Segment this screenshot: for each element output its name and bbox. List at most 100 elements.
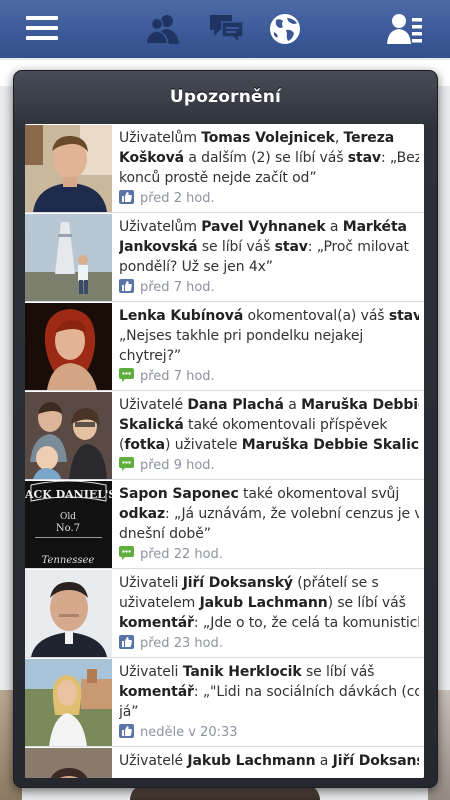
avatar[interactable]: JACK DANIEL'S Old No.7 Tennessee [25,481,112,568]
avatar[interactable] [25,570,112,657]
notification-item[interactable]: Uživateli Tanik Herklocik se líbí váš kom… [25,658,424,747]
notifications-list[interactable]: Uživatelům Tomas Volejnicek, Tereza Koško… [25,124,424,778]
notification-bold-text: stav [347,150,381,166]
notification-plain-text: se líbí váš [197,239,275,255]
notification-item[interactable]: Uživatelům Pavel Vyhnanek a Markéta Janko… [25,213,424,302]
notification-bold-text: Maruška Debbie [301,397,419,413]
notification-plain-text: : „Jde o to, že celá ta komunistická [193,615,419,631]
notification-item[interactable]: Uživateli Jiří Doksanský (přátelí se s už… [25,569,424,658]
notification-bold-text: fotka [124,437,166,453]
notification-text-line: Uživateli Jiří Doksanský (přátelí se s [119,573,419,593]
notification-text-line: Uživatelé Jakub Lachmann a Jiří Doksansk… [119,751,419,771]
notification-bold-text: komentář [119,684,194,700]
comment-icon [119,546,134,560]
notification-bold-text: Jiří Doksanský [332,753,419,769]
notification-plain-text: se líbí váš [301,664,375,680]
notification-time: před 7 hod. [140,369,215,384]
notification-plain-text: také okomentoval svůj [238,486,400,502]
notification-text-line: Uživatelé Dana Plachá a Maruška Debbie [119,395,419,415]
notification-item[interactable]: Uživatelé Jakub Lachmann a Jiří Doksansk… [25,747,424,778]
notification-plain-text: já” [119,704,139,720]
menu-icon[interactable] [24,10,64,48]
notification-plain-text: pondělí? Už se jen 4x” [119,259,273,275]
notification-text-line: komentář: „Jde o to, že celá ta komunist… [119,613,419,633]
notification-bold-text: Lenka Kubínová [119,308,244,324]
notification-text: Lenka Kubínová okomentoval(a) váš stav: „… [119,306,419,366]
notification-bold-text: Skalická [119,417,184,433]
notification-time: před 23 hod. [140,636,223,651]
notification-bold-text: Jakub Lachmann [199,595,328,611]
notification-item[interactable]: JACK DANIEL'S Old No.7 Tennessee Sapon Sapon… [25,480,424,569]
notification-item[interactable]: Uživatelům Tomas Volejnicek, Tereza Koško… [25,124,424,213]
notification-text: Uživatelé Jakub Lachmann a Jiří Doksansk… [119,751,419,771]
avatar[interactable] [25,659,112,746]
notification-bold-text: Jankovská [119,239,198,255]
notification-bold-text: Sapon Saponec [119,486,239,502]
notification-bold-text: Tereza [343,130,395,146]
notification-text-line: Jankovská se líbí váš stav: „Proč milova… [119,237,419,257]
notification-bold-text: Maruška Debbie Skalická [241,437,419,453]
notification-plain-text: konců prostě nejde začít od” [119,170,317,186]
comment-icon [119,368,134,382]
notification-text-line: Sapon Saponec také okomentoval svůj [119,484,419,504]
notifications-globe-icon[interactable] [266,10,306,48]
notification-plain-text: Uživateli [119,664,183,680]
messages-icon[interactable] [206,10,246,48]
contacts-icon[interactable] [385,10,425,48]
notification-text-line: Košková a dalším (2) se líbí váš stav: „… [119,148,419,168]
avatar[interactable] [25,748,112,778]
notification-text-line: „Nejses takhle pri pondelku nejakej [119,326,419,346]
notifications-popover: Upozornění Uživatelům Tomas Volejnicek, … [13,70,438,788]
notification-bold-text: Dana Plachá [187,397,284,413]
notification-text-line: komentář: „"Lidi na sociálních dávkách (… [119,682,419,702]
avatar[interactable] [25,303,112,390]
notification-bold-text: Košková [119,150,184,166]
notification-text: Uživatelům Pavel Vyhnanek a Markéta Janko… [119,217,419,277]
notification-text-line: Uživateli Tanik Herklocik se líbí váš [119,662,419,682]
avatar[interactable] [25,392,112,479]
notification-plain-text: dnešní době” [119,526,211,542]
notification-text-line: chytrej?” [119,346,419,366]
notification-plain-text: Uživateli [119,575,183,591]
notification-text: Uživatelům Tomas Volejnicek, Tereza Koško… [119,128,419,188]
notification-text-line: já” [119,702,419,722]
notification-time: neděle v 20:33 [140,725,238,740]
notification-plain-text: : „Proč milovat [307,239,409,255]
notification-plain-text: a [283,397,302,413]
notification-plain-text: okomentoval(a) váš [243,308,389,324]
notification-time: před 2 hod. [140,191,215,206]
notification-bold-text: Jiří Doksanský [182,575,293,591]
friend-requests-icon[interactable] [143,10,183,48]
avatar[interactable] [25,214,112,301]
notification-bold-text: stav [274,239,308,255]
notification-text-line: Uživatelům Tomas Volejnicek, Tereza [119,128,419,148]
notification-plain-text: : „Bez [380,150,419,166]
notification-bold-text: odkaz [119,506,166,522]
notification-plain-text: ) uživatele [165,437,242,453]
notification-meta: před 2 hod. [119,190,215,208]
notification-text-line: (fotka) uživatele Maruška Debbie Skalick… [119,435,419,455]
notification-time: před 7 hod. [140,280,215,295]
notification-plain-text: Uživatelé [119,397,188,413]
notification-text-line: pondělí? Už se jen 4x” [119,257,419,277]
notification-text-line: dnešní době” [119,524,419,544]
notification-item[interactable]: Lenka Kubínová okomentoval(a) váš stav: „… [25,302,424,391]
notification-meta: neděle v 20:33 [119,724,238,742]
avatar[interactable] [25,125,112,212]
svg-text:JACK DANIEL'S: JACK DANIEL'S [25,488,112,501]
notification-text-line: Uživatelům Pavel Vyhnanek a Markéta [119,217,419,237]
notification-plain-text: Uživatelům [119,219,202,235]
notification-plain-text: Uživatelé [119,753,188,769]
notification-meta: před 9 hod. [119,457,215,475]
notification-bold-text: Tomas Volejnicek [201,130,335,146]
notification-text-line: Lenka Kubínová okomentoval(a) váš stav: [119,306,419,326]
notification-bold-text: Jakub Lachmann [187,753,316,769]
top-navigation-bar [0,0,450,59]
like-icon [119,279,134,293]
notification-meta: před 23 hod. [119,635,223,653]
notification-item[interactable]: Uživatelé Dana Plachá a Maruška Debbie Sk… [25,391,424,480]
notification-bold-text: Markéta [342,219,407,235]
like-icon [119,724,134,738]
notification-text: Uživateli Jiří Doksanský (přátelí se s už… [119,573,419,633]
notification-text: Uživateli Tanik Herklocik se líbí váš kom… [119,662,419,722]
